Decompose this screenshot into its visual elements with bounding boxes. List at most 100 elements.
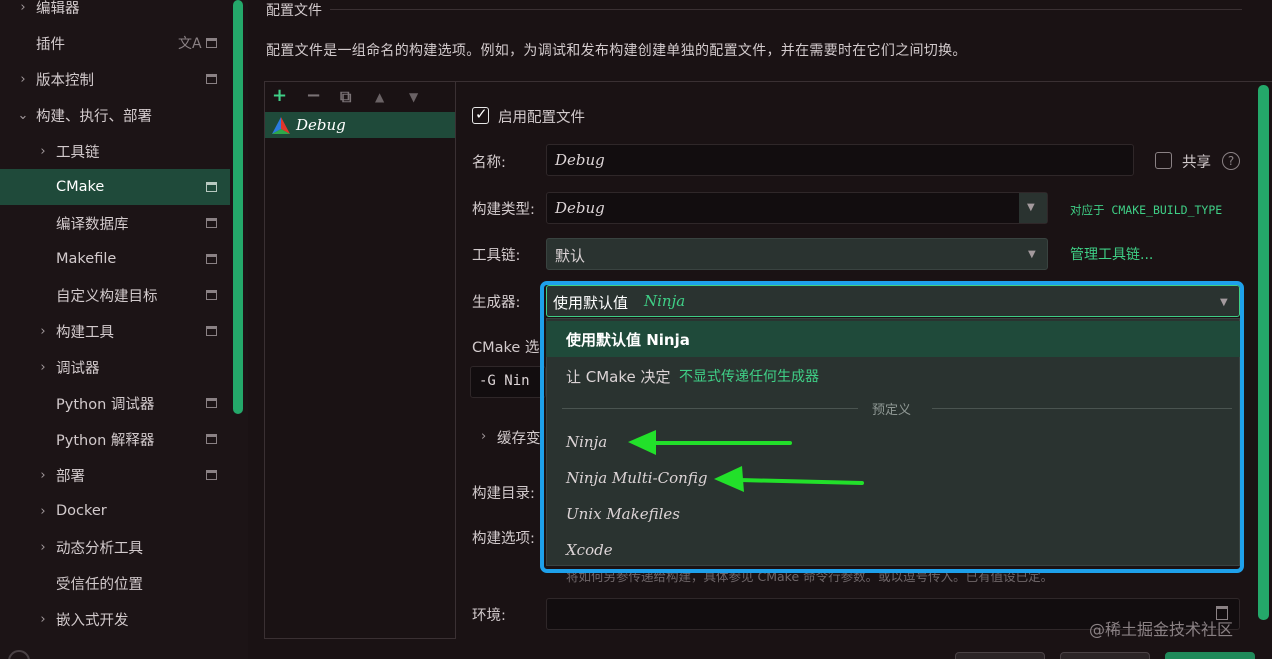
build-type-combo[interactable]: Debug (546, 192, 1048, 224)
sidebar-item-docker[interactable]: › Docker (0, 493, 230, 529)
section-title: 配置文件 (266, 3, 322, 19)
sidebar-item-label: Docker (56, 503, 107, 519)
page-icon (206, 470, 217, 480)
page-icon (206, 254, 217, 264)
chevron-down-icon: ⌄ (17, 107, 29, 123)
apply-button[interactable] (1060, 652, 1150, 659)
generator-label: 生成器: (472, 295, 521, 311)
toolchain-label: 工具链: (472, 248, 521, 264)
sidebar-item-label: 编辑器 (36, 0, 80, 17)
sidebar-item-cmake[interactable]: CMake (0, 169, 230, 205)
chevron-right-icon[interactable]: › (481, 429, 486, 444)
help-icon[interactable]: ? (1222, 152, 1240, 170)
ok-button[interactable] (1165, 652, 1255, 659)
build-type-label: 构建类型: (472, 202, 535, 218)
sidebar-item-label: Python 调试器 (56, 396, 155, 413)
cancel-button[interactable] (955, 652, 1045, 659)
profiles-description: 配置文件是一组命名的构建选项。例如，为调试和发布构建创建单独的配置文件，并在需要… (266, 43, 967, 59)
page-icon (206, 398, 217, 408)
chevron-right-icon: › (40, 143, 46, 159)
sidebar-item-label: Python 解释器 (56, 432, 155, 449)
sidebar-scrollbar[interactable] (233, 0, 243, 414)
remove-profile-button[interactable]: − (306, 85, 321, 106)
page-icon (206, 38, 217, 48)
chevron-right-icon: › (40, 539, 46, 555)
chevron-down-icon: ▼ (1027, 202, 1035, 213)
sidebar-item-deployment[interactable]: › 部署 (0, 457, 230, 493)
share-checkbox[interactable] (1155, 152, 1172, 169)
sidebar-item-label: 动态分析工具 (56, 540, 143, 557)
chevron-right-icon: › (40, 323, 46, 339)
profiles-list-panel (264, 81, 456, 639)
move-down-button[interactable]: ▼ (409, 90, 418, 104)
sidebar-item-label: 嵌入式开发 (56, 612, 129, 629)
chevron-right-icon: › (20, 0, 26, 15)
sidebar-item-python-debugger[interactable]: Python 调试器 (0, 385, 230, 421)
environment-label: 环境: (472, 608, 506, 624)
cmake-options-label: CMake 选 (472, 340, 540, 356)
share-label: 共享 (1182, 155, 1211, 171)
enable-profile-checkbox[interactable] (472, 105, 489, 124)
sidebar-item-dynamic-analysis[interactable]: › 动态分析工具 (0, 529, 230, 565)
settings-sidebar: › 编辑器 插件 文A › 版本控制 ⌄ 构建、执行、部署 › 工具链 CMak… (0, 0, 248, 659)
sidebar-item-label: 插件 (36, 36, 65, 53)
page-icon (206, 290, 217, 300)
sidebar-item-label: 自定义构建目标 (56, 288, 158, 305)
build-options-label: 构建选项: (472, 531, 535, 547)
sidebar-item-plugins[interactable]: 插件 文A (0, 25, 230, 61)
sidebar-item-trusted-locations[interactable]: 受信任的位置 (0, 565, 230, 601)
form-scrollbar[interactable] (1258, 85, 1269, 620)
build-type-hint: 对应于 CMAKE_BUILD_TYPE (1070, 203, 1223, 217)
chevron-right-icon: › (40, 611, 46, 627)
build-directory-label: 构建目录: (472, 486, 535, 502)
sidebar-item-custom-build-targets[interactable]: 自定义构建目标 (0, 277, 230, 313)
profile-name-label: Debug (296, 116, 346, 134)
sidebar-item-build-tools[interactable]: › 构建工具 (0, 313, 230, 349)
manage-toolchains-link[interactable]: 管理工具链... (1070, 244, 1153, 264)
sidebar-item-label: 部署 (56, 468, 85, 485)
sidebar-item-label: 构建、执行、部署 (36, 108, 152, 125)
page-icon (206, 218, 217, 228)
page-icon (206, 182, 217, 192)
sidebar-item-label: 受信任的位置 (56, 576, 143, 593)
chevron-down-icon: ▼ (1028, 249, 1036, 260)
sidebar-item-build-exec-deploy[interactable]: ⌄ 构建、执行、部署 (0, 97, 230, 133)
chevron-right-icon: › (40, 503, 46, 519)
enable-profile-label: 启用配置文件 (498, 110, 585, 126)
annotation-arrows (628, 430, 864, 492)
sidebar-item-label: Makefile (56, 251, 117, 267)
sidebar-item-version-control[interactable]: › 版本控制 (0, 61, 230, 97)
sidebar-item-label: 版本控制 (36, 72, 94, 89)
cmake-options-input[interactable]: -G Nin (470, 366, 546, 398)
page-icon (206, 74, 217, 84)
title-divider (330, 9, 1242, 10)
sidebar-item-label: 调试器 (56, 360, 100, 377)
toolchain-combo[interactable]: 默认 (546, 238, 1048, 270)
add-profile-button[interactable]: + (272, 85, 287, 106)
sidebar-item-label: CMake (56, 179, 105, 195)
sidebar-item-label: 编译数据库 (56, 216, 129, 233)
sidebar-item-debugger[interactable]: › 调试器 (0, 349, 230, 385)
sidebar-item-editor[interactable]: › 编辑器 (0, 0, 230, 25)
cmake-logo-icon (272, 117, 290, 134)
translate-icon: 文A (178, 36, 202, 52)
profile-list-item[interactable] (265, 112, 455, 138)
sidebar-item-python-interpreter[interactable]: Python 解释器 (0, 421, 230, 457)
sidebar-item-compilation-db[interactable]: 编译数据库 (0, 205, 230, 241)
chevron-right-icon: › (20, 71, 26, 87)
cache-variables-label[interactable]: 缓存变 (497, 427, 541, 448)
chevron-right-icon: › (40, 359, 46, 375)
watermark: @稀土掘金技术社区 (1089, 620, 1234, 639)
sidebar-item-embedded-dev[interactable]: › 嵌入式开发 (0, 601, 230, 637)
sidebar-item-toolchains[interactable]: › 工具链 (0, 133, 230, 169)
page-icon (206, 434, 217, 444)
sidebar-item-makefile[interactable]: Makefile (0, 241, 230, 277)
chevron-right-icon: › (40, 467, 46, 483)
sidebar-item-label: 构建工具 (56, 324, 114, 341)
sidebar-item-label: 工具链 (56, 144, 100, 161)
page-icon (206, 326, 217, 336)
move-up-button[interactable]: ▲ (375, 90, 384, 104)
name-input[interactable]: Debug (546, 144, 1134, 176)
name-label: 名称: (472, 155, 506, 171)
copy-profile-button[interactable]: ⧉ (340, 87, 351, 107)
